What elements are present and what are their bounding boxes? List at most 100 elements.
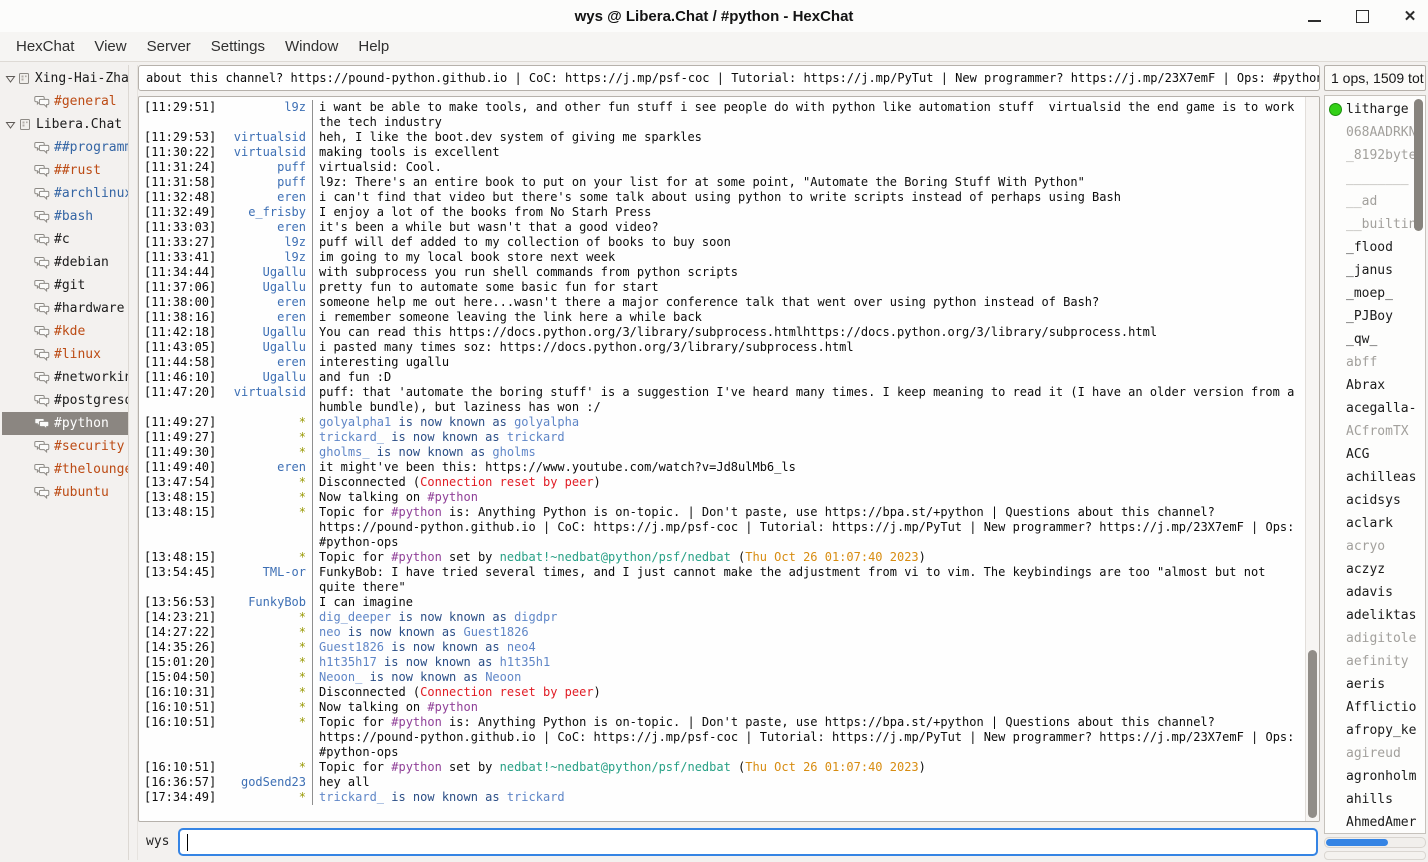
userlist-item[interactable]: ahills	[1325, 788, 1425, 811]
link[interactable]: https://docs.python.org/3/library/subpro…	[500, 340, 854, 354]
userlist-item[interactable]: _qw_	[1325, 328, 1425, 351]
userlist-item[interactable]: ACfromTX	[1325, 420, 1425, 443]
chat-scrollbar-thumb[interactable]	[1308, 650, 1317, 818]
text-segment: im going to my local book store next wee…	[319, 250, 615, 264]
menu-settings[interactable]: Settings	[201, 35, 275, 58]
minimize-button[interactable]	[1306, 8, 1322, 24]
userlist-item[interactable]: ACG	[1325, 443, 1425, 466]
chat-line: [11:44:58]ereninteresting ugallu	[139, 355, 1305, 370]
tree-item-libera-chat[interactable]: Libera.Chat	[2, 113, 128, 136]
link[interactable]: https://docs.python.org/3/library/subpro…	[449, 325, 1157, 339]
link[interactable]: https://pound-python.github.io	[319, 730, 536, 744]
userlist-hscrollbar-thumb[interactable]	[1326, 839, 1388, 846]
userlist-item[interactable]: _PJBoy	[1325, 305, 1425, 328]
tree-item--python[interactable]: #python	[2, 412, 128, 435]
link[interactable]: https://j.mp/psf-coc	[594, 520, 739, 534]
link[interactable]: https://www.youtube.com/watch?v=Jd8ulMb6…	[485, 460, 796, 474]
userlist-item[interactable]: Afflictio	[1325, 696, 1425, 719]
tree-item--bash[interactable]: #bash	[2, 205, 128, 228]
tree-item--kde[interactable]: #kde	[2, 320, 128, 343]
userlist-item[interactable]: acegalla-	[1325, 397, 1425, 420]
userlist-item[interactable]: adeliktas	[1325, 604, 1425, 627]
menu-hexchat[interactable]: HexChat	[6, 35, 84, 58]
tree-item--thelounge[interactable]: #thelounge	[2, 458, 128, 481]
tree-item--rust[interactable]: ##rust	[2, 159, 128, 182]
userlist-item[interactable]: aczyz	[1325, 558, 1425, 581]
userlist-item[interactable]: aeris	[1325, 673, 1425, 696]
user-nick: aczyz	[1346, 562, 1385, 577]
link[interactable]: https://j.mp/23X7emF	[1099, 520, 1244, 534]
userlist-item[interactable]: _8192byte	[1325, 144, 1425, 167]
tree-item--programming[interactable]: ##programming	[2, 136, 128, 159]
link[interactable]: https://j.mp/PyTut	[832, 520, 962, 534]
tree-item-label: #postgresql	[54, 389, 128, 412]
userlist-item[interactable]: adavis	[1325, 581, 1425, 604]
user-nick: acryo	[1346, 539, 1385, 554]
nick: godSend23	[220, 775, 312, 790]
userlist-hscrollbar[interactable]	[1324, 837, 1426, 848]
userlist-item[interactable]: achilleas	[1325, 466, 1425, 489]
userlist-item[interactable]: acidsys	[1325, 489, 1425, 512]
userlist-item[interactable]: _flood	[1325, 236, 1425, 259]
text-segment: is now known as	[370, 445, 493, 459]
tree-item--general[interactable]: #general	[2, 90, 128, 113]
tree-item--archlinux[interactable]: #archlinux	[2, 182, 128, 205]
chat-scrollbar[interactable]	[1305, 97, 1319, 821]
chat-line: [15:01:20]*h1t35h17 is now known as h1t3…	[139, 655, 1305, 670]
userlist-item[interactable]: afropy_ke	[1325, 719, 1425, 742]
tree-item--debian[interactable]: #debian	[2, 251, 128, 274]
userlist-item[interactable]: _moep_	[1325, 282, 1425, 305]
link[interactable]: https://j.mp/psf-coc	[594, 730, 739, 744]
menu-view[interactable]: View	[84, 35, 136, 58]
topic-input[interactable]: about this channel? https://pound-python…	[138, 65, 1320, 91]
message-input[interactable]	[178, 828, 1318, 856]
message: i want be able to make tools, and other …	[312, 100, 1305, 130]
menu-server[interactable]: Server	[137, 35, 201, 58]
tree-item-xing-hai-zhan[interactable]: Xing-Hai-Zhan	[2, 67, 128, 90]
link[interactable]: https://j.mp/PyTut	[832, 730, 962, 744]
timestamp: [11:49:30]	[139, 445, 220, 460]
userlist-item[interactable]: acryo	[1325, 535, 1425, 558]
expander-icon[interactable]	[5, 74, 17, 84]
tree-item--security[interactable]: #security	[2, 435, 128, 458]
userlist-item[interactable]: aefinity	[1325, 650, 1425, 673]
link[interactable]: https://pound-python.github.io	[319, 520, 536, 534]
userlist-item[interactable]: abff	[1325, 351, 1425, 374]
userlist-item[interactable]: __ad	[1325, 190, 1425, 213]
pane-splitter[interactable]	[128, 65, 138, 860]
maximize-button[interactable]	[1354, 8, 1370, 24]
userlist-item[interactable]: Abrax	[1325, 374, 1425, 397]
tree-item--hardware[interactable]: #hardware	[2, 297, 128, 320]
userlist-item[interactable]: ________	[1325, 167, 1425, 190]
menu-help[interactable]: Help	[348, 35, 399, 58]
link[interactable]: https://bpa.st/+python	[825, 505, 984, 519]
text-segment: it might've been this:	[319, 460, 485, 474]
tree-item--ubuntu[interactable]: #ubuntu	[2, 481, 128, 504]
userlist-item[interactable]: litharge	[1325, 98, 1425, 121]
userlist-item[interactable]: _janus	[1325, 259, 1425, 282]
close-button[interactable]: ✕	[1402, 8, 1418, 24]
menu-window[interactable]: Window	[275, 35, 348, 58]
userlist-item[interactable]: agronholm	[1325, 765, 1425, 788]
tree-item--postgresql[interactable]: #postgresql	[2, 389, 128, 412]
tree-item--networking[interactable]: #networking	[2, 366, 128, 389]
link[interactable]: https://j.mp/23X7emF	[1099, 730, 1244, 744]
userlist-item[interactable]: agireud	[1325, 742, 1425, 765]
userlist-scrollbar-thumb[interactable]	[1414, 99, 1423, 231]
userlist-item[interactable]: 068AADRKN	[1325, 121, 1425, 144]
own-nick[interactable]: wys	[146, 834, 169, 849]
tree-item-label: #archlinux	[54, 182, 128, 205]
userlist-item[interactable]: aclark	[1325, 512, 1425, 535]
event-marker: *	[220, 430, 312, 445]
tree-item--linux[interactable]: #linux	[2, 343, 128, 366]
userlist-hscrollbar-track[interactable]	[1324, 851, 1426, 860]
userlist-item[interactable]: adigitole	[1325, 627, 1425, 650]
link[interactable]: https://bpa.st/+python	[825, 715, 984, 729]
userlist-scrollbar[interactable]	[1413, 97, 1424, 832]
tree-item--git[interactable]: #git	[2, 274, 128, 297]
expander-icon[interactable]	[5, 120, 18, 130]
tree-item--c[interactable]: #c	[2, 228, 128, 251]
userlist-item[interactable]: AhmedAmer	[1325, 811, 1425, 834]
userlist-item[interactable]: __builtin	[1325, 213, 1425, 236]
message: someone help me out here...wasn't there …	[312, 295, 1305, 310]
